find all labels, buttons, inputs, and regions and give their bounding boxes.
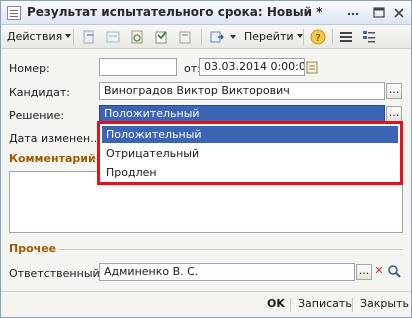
add-copy-icon[interactable] xyxy=(81,29,97,45)
candidate-label: Кандидат: xyxy=(9,86,70,99)
bottom-separator xyxy=(352,298,353,312)
close-icon[interactable] xyxy=(391,5,407,21)
edit-icon[interactable] xyxy=(105,29,121,45)
document-icon xyxy=(7,6,21,20)
ok-button[interactable]: OK xyxy=(267,297,285,310)
chevron-down-icon xyxy=(65,34,72,38)
dropdown-option[interactable]: Продлен xyxy=(102,164,398,181)
bottom-separator xyxy=(290,298,291,312)
window-title: Результат испытательного срока: Новый * xyxy=(27,5,323,19)
based-on-icon[interactable] xyxy=(209,29,225,45)
decision-dropdown: Положительный Отрицательный Продлен xyxy=(99,122,401,183)
document-window: Результат испытательного срока: Новый * … xyxy=(0,0,412,318)
date-input[interactable]: 03.03.2014 0:00:00 xyxy=(199,58,305,76)
comment-section-title: Комментарий xyxy=(9,152,96,165)
actions-menu-button[interactable]: Действия xyxy=(7,28,72,46)
decision-select-button[interactable]: ... xyxy=(386,106,402,122)
window-menu-icon[interactable] xyxy=(345,5,361,21)
title-bar: Результат испытательного срока: Новый * xyxy=(1,1,411,25)
responsible-select-button[interactable]: ... xyxy=(356,264,372,280)
candidate-field[interactable]: Виноградов Виктор Викторович xyxy=(99,82,385,100)
other-section-title: Прочее xyxy=(9,242,57,255)
number-input[interactable] xyxy=(99,58,177,76)
chevron-down-icon[interactable] xyxy=(230,35,236,39)
unpost-document-icon[interactable] xyxy=(177,29,193,45)
open-icon[interactable] xyxy=(387,264,403,280)
refresh-icon[interactable] xyxy=(129,29,145,45)
clear-icon[interactable]: ✕ xyxy=(372,263,386,279)
list-view-icon[interactable] xyxy=(338,29,354,45)
toolbar-separator xyxy=(73,29,74,45)
toolbar-separator xyxy=(201,29,202,45)
toolbar: Действия Перейти ? xyxy=(1,25,411,49)
post-document-icon[interactable] xyxy=(153,29,169,45)
decision-label: Решение: xyxy=(9,109,65,122)
dropdown-option[interactable]: Отрицательный xyxy=(102,145,398,162)
number-label: Номер: xyxy=(9,62,50,75)
maximize-icon[interactable] xyxy=(371,5,387,21)
section-divider xyxy=(59,249,403,250)
chevron-down-icon xyxy=(296,34,303,38)
goto-menu-label: Перейти xyxy=(244,30,294,43)
candidate-select-button[interactable]: ... xyxy=(386,83,402,99)
svg-text:?: ? xyxy=(315,33,320,44)
responsible-label: Ответственный: xyxy=(9,267,104,280)
structure-icon[interactable] xyxy=(361,29,377,45)
toolbar-separator xyxy=(303,29,304,45)
calendar-icon[interactable] xyxy=(306,60,320,74)
write-button[interactable]: Записать xyxy=(298,297,352,310)
bottom-bar: OK Записать Закрыть xyxy=(1,291,411,317)
decision-field[interactable]: Положительный xyxy=(99,105,385,123)
goto-menu-button[interactable]: Перейти xyxy=(244,28,303,46)
help-icon[interactable]: ? xyxy=(310,29,326,45)
dropdown-option[interactable]: Положительный xyxy=(102,126,398,143)
toolbar-separator xyxy=(332,29,333,45)
responsible-field[interactable]: Админенко В. С. xyxy=(99,263,355,281)
change-date-label: Дата изменен... xyxy=(9,132,101,145)
actions-menu-label: Действия xyxy=(7,30,63,43)
close-button[interactable]: Закрыть xyxy=(360,297,409,310)
